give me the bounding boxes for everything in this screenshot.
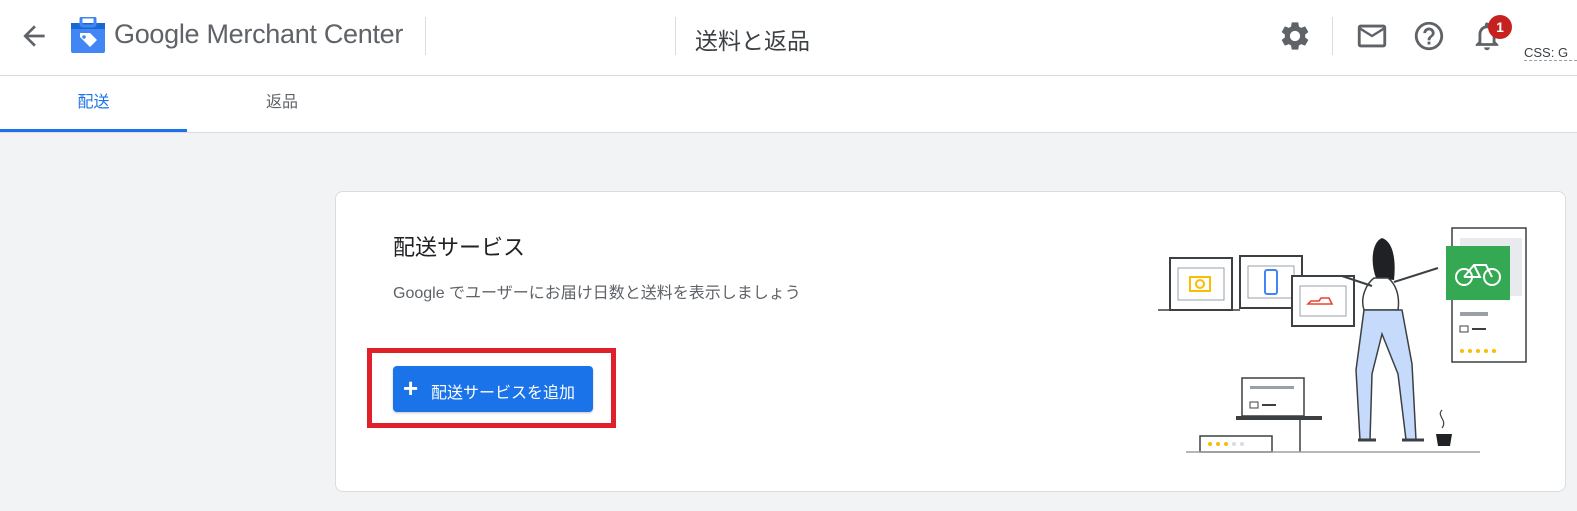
merchant-center-logo-icon[interactable] — [71, 17, 105, 53]
plus-icon: + — [403, 373, 419, 403]
back-arrow-icon[interactable] — [18, 20, 50, 52]
tab-returns[interactable]: 返品 — [187, 76, 377, 132]
add-button-label: 配送サービスを追加 — [431, 385, 576, 402]
help-icon[interactable] — [1412, 19, 1446, 53]
css-account-label[interactable]: CSS: G — [1524, 45, 1577, 61]
notification-badge[interactable]: 1 — [1488, 15, 1512, 39]
tab-shipping[interactable]: 配送 — [0, 76, 187, 132]
tab-bar: 配送 返品 — [0, 76, 1577, 133]
divider — [675, 17, 676, 55]
top-app-bar: Google Merchant Center 送料と返品 1 CSS: G — [0, 0, 1577, 76]
card-description: Google でユーザーにお届け日数と送料を表示しましょう — [393, 285, 801, 302]
brand-google: Google — [114, 19, 200, 49]
page-title: 送料と返品 — [695, 28, 810, 54]
divider — [425, 17, 426, 55]
divider — [1332, 17, 1333, 55]
card-title: 配送サービス — [393, 235, 526, 260]
mail-icon[interactable] — [1355, 19, 1389, 53]
shipping-illustration — [1158, 227, 1527, 453]
brand-product: Merchant Center — [206, 19, 404, 49]
add-shipping-service-button[interactable]: + 配送サービスを追加 — [393, 366, 593, 412]
gear-icon[interactable] — [1278, 19, 1312, 53]
brand-title: Google Merchant Center — [114, 19, 403, 50]
